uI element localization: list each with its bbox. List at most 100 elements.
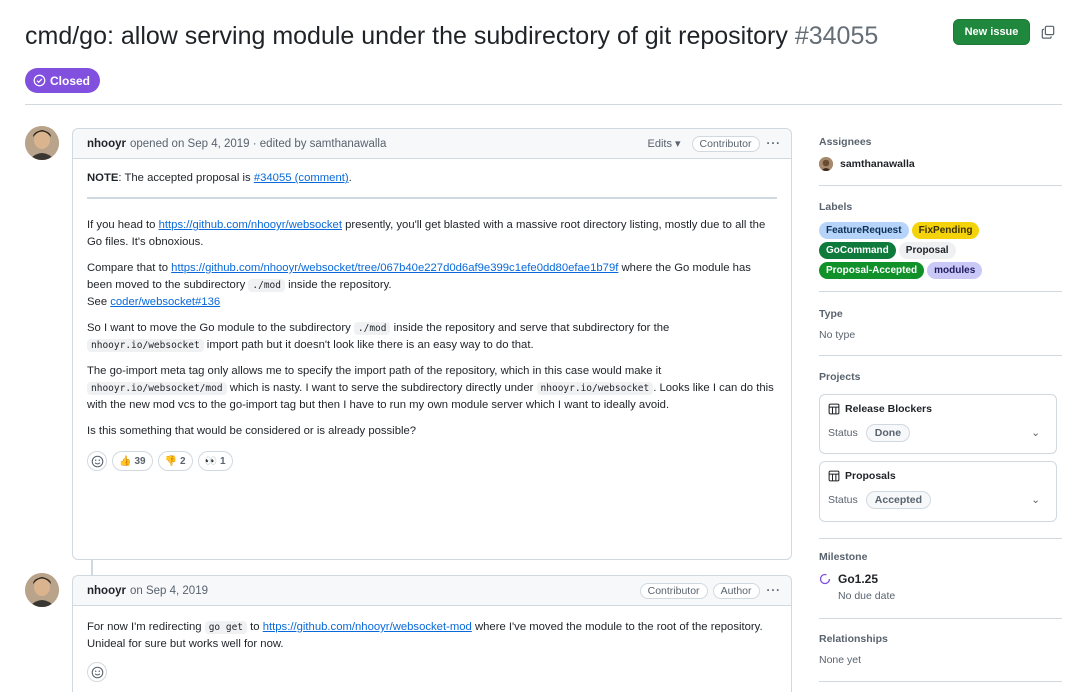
reaction-count: 39 (134, 455, 146, 467)
table-icon (828, 403, 840, 415)
assignee-name: samthanawalla (840, 158, 915, 170)
label-modules[interactable]: modules (927, 262, 983, 279)
comment-body: NOTE: The accepted proposal is #34055 (c… (73, 159, 791, 481)
labels-heading[interactable]: Labels (819, 201, 1062, 213)
label-gocommand[interactable]: GoCommand (819, 242, 896, 259)
p5-text: Is this something that would be consider… (87, 425, 417, 437)
sidebar-type: Type No type (819, 308, 1062, 341)
c2-text: For now I'm redirecting (87, 621, 205, 633)
p3-text-end: import path but it doesn't look like the… (203, 339, 534, 351)
reaction-count: 2 (180, 455, 186, 467)
check-circle-icon (33, 74, 46, 87)
p2-text-end: inside the repository. (285, 279, 392, 291)
more-options-icon[interactable]: ··· (767, 585, 782, 597)
add-reaction-button[interactable] (87, 662, 107, 682)
project-status-value: Done (865, 424, 911, 442)
sidebar-divider (819, 291, 1062, 292)
sidebar-labels: Labels FeatureRequest FixPending GoCommand… (819, 201, 1062, 279)
timeline-line (91, 559, 93, 575)
inline-code: nhooyr.io/websocket (536, 382, 654, 395)
repo-link[interactable]: https://github.com/nhooyr/websocket (159, 219, 342, 231)
sidebar-divider (819, 618, 1062, 619)
header-divider (25, 104, 1062, 105)
reaction-thumbs-up[interactable]: 👍 39 (112, 451, 153, 471)
project-card-release-blockers[interactable]: Release Blockers Status Done ⌄ (819, 394, 1057, 454)
sidebar-relationships: Relationships None yet (819, 633, 1062, 666)
more-options-icon[interactable]: ··· (767, 138, 782, 150)
comment-author[interactable]: nhooyr (87, 138, 126, 150)
inline-code: nhooyr.io/websocket (87, 339, 204, 352)
note-label: NOTE (87, 172, 119, 184)
label-proposal-accepted[interactable]: Proposal-Accepted (819, 262, 925, 279)
see-text: See (87, 296, 111, 308)
sidebar-divider (819, 681, 1062, 682)
contributor-badge: Contributor (639, 582, 708, 599)
note-text: : The accepted proposal is (118, 172, 254, 184)
reaction-count: 1 (220, 455, 226, 467)
issue-title: cmd/go: allow serving module under the s… (25, 22, 878, 51)
edits-dropdown[interactable]: Edits ▾ (647, 137, 680, 150)
avatar[interactable] (25, 573, 59, 607)
project-status-value: Accepted (865, 491, 932, 509)
note-end: . (348, 172, 352, 184)
p4-text-mid: which is nasty. I want to serve the subd… (226, 382, 537, 394)
milestone-item[interactable]: Go1.25 (819, 572, 1062, 586)
contributor-badge: Contributor (691, 135, 760, 152)
divider (87, 197, 777, 199)
thumbs-down-icon: 👎 (164, 455, 178, 467)
proposal-comment-link[interactable]: #34055 (comment) (254, 172, 349, 184)
issue-reference-link[interactable]: coder/websocket#136 (110, 296, 220, 308)
copy-icon[interactable] (1041, 25, 1055, 39)
chevron-down-icon[interactable]: ⌄ (1031, 494, 1040, 506)
relationships-value: None yet (819, 654, 862, 666)
p1-text: If you head to (87, 219, 159, 231)
comment-header: nhooyr opened on Sep 4, 2019 · edited by… (73, 129, 791, 159)
comment-body: For now I'm redirecting go get to https:… (73, 606, 791, 692)
labels-list: FeatureRequest FixPending GoCommand Proposa… (819, 222, 1019, 279)
reaction-eyes[interactable]: 👀 1 (197, 451, 233, 471)
reactions-bar (87, 662, 777, 692)
milestone-heading[interactable]: Milestone (819, 551, 1062, 563)
comment-meta: on Sep 4, 2019 (129, 584, 208, 597)
add-reaction-button[interactable] (87, 451, 107, 471)
milestone-progress-icon (819, 573, 831, 585)
sidebar-projects: Projects (819, 371, 1062, 392)
assignee-item[interactable]: samthanawalla (819, 157, 1062, 171)
status-badge-label: Closed (50, 73, 91, 88)
project-status-label: Status (828, 494, 858, 506)
issue-number: #34055 (794, 22, 879, 50)
project-name: Proposals (845, 470, 896, 482)
tree-link[interactable]: https://github.com/nhooyr/websocket/tree… (171, 262, 618, 274)
projects-heading[interactable]: Projects (819, 371, 1062, 383)
milestone-name: Go1.25 (838, 572, 879, 586)
new-issue-button[interactable]: New issue (953, 19, 1030, 45)
timeline-comment: nhooyr on Sep 4, 2019 Contributor Author… (72, 575, 792, 692)
inline-code: ./mod (353, 322, 391, 335)
project-name: Release Blockers (845, 403, 932, 415)
inline-code: go get (204, 621, 248, 634)
comment-header: nhooyr on Sep 4, 2019 Contributor Author… (73, 576, 791, 606)
avatar[interactable] (25, 126, 59, 160)
sidebar-divider (819, 355, 1062, 356)
assignees-heading[interactable]: Assignees (819, 136, 1062, 148)
project-status-label: Status (828, 427, 858, 439)
label-fixpending[interactable]: FixPending (911, 222, 980, 239)
inline-code: nhooyr.io/websocket/mod (87, 382, 227, 395)
author-badge: Author (712, 582, 760, 599)
project-card-proposals[interactable]: Proposals Status Accepted ⌄ (819, 461, 1057, 522)
comment-author[interactable]: nhooyr (87, 585, 126, 597)
websocket-mod-link[interactable]: https://github.com/nhooyr/websocket-mod (263, 621, 472, 633)
edits-label: Edits (647, 138, 672, 150)
chevron-down-icon[interactable]: ⌄ (1031, 427, 1040, 439)
eyes-icon: 👀 (204, 455, 218, 467)
label-featurerequest[interactable]: FeatureRequest (819, 222, 909, 239)
type-heading[interactable]: Type (819, 308, 1062, 320)
p3-text: So I want to move the Go module to the s… (87, 322, 354, 334)
label-proposal[interactable]: Proposal (898, 242, 956, 259)
table-icon (828, 470, 840, 482)
relationships-heading[interactable]: Relationships (819, 633, 1062, 645)
reaction-thumbs-down[interactable]: 👎 2 (157, 451, 193, 471)
comment-meta: opened on Sep 4, 2019 · edited by samtha… (129, 137, 387, 150)
thumbs-up-icon: 👍 (119, 455, 132, 467)
p2-text: Compare that to (87, 262, 172, 274)
